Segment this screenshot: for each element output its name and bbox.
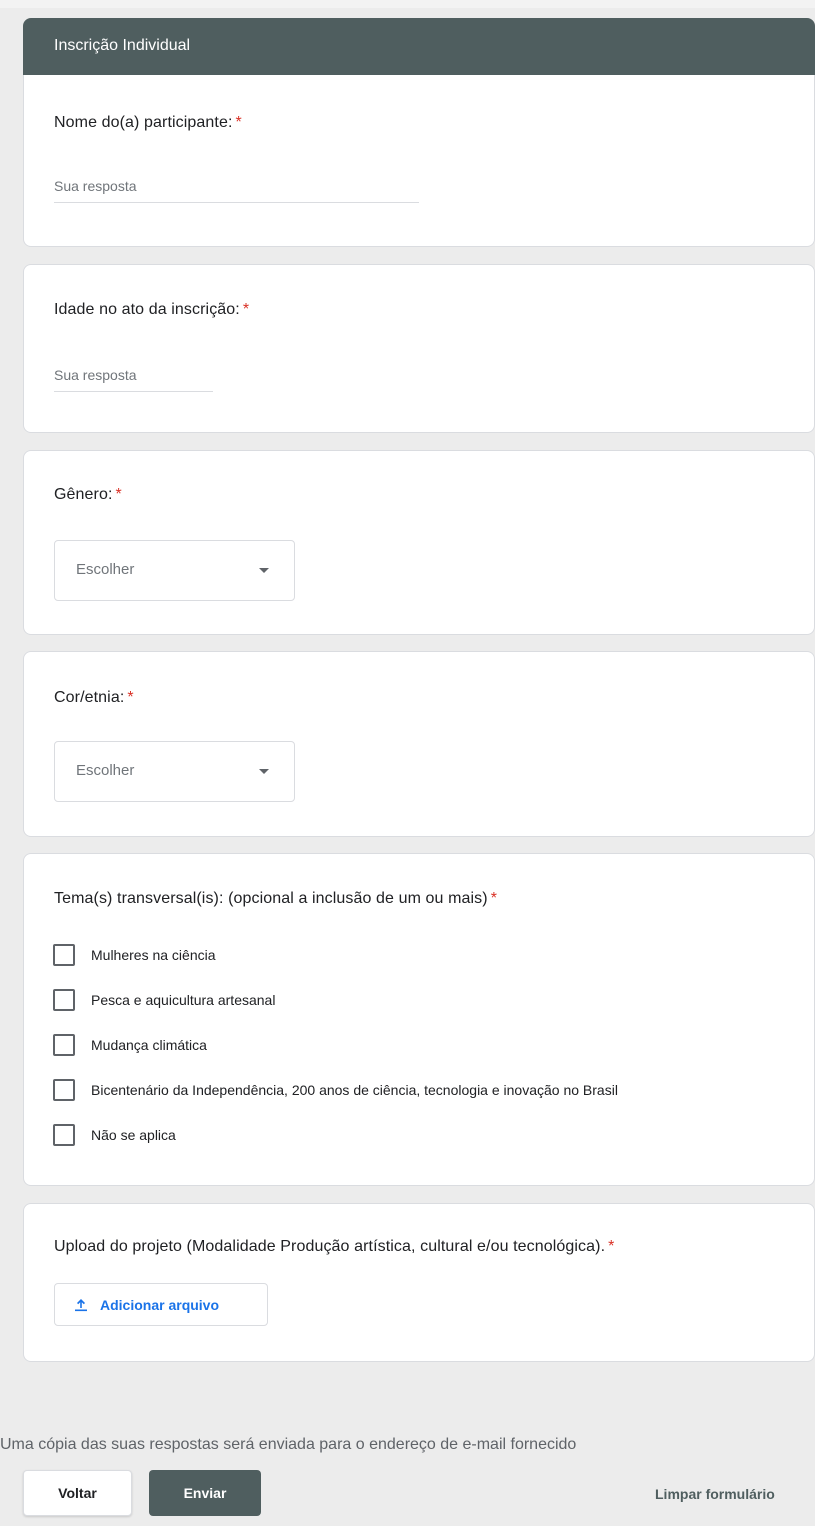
theme-option-label: Mudança climática — [91, 1037, 207, 1053]
theme-option-women-in-science[interactable]: Mulheres na ciência — [53, 943, 216, 967]
gender-select[interactable]: Escolher — [54, 540, 295, 601]
theme-option-fishing[interactable]: Pesca e aquicultura artesanal — [53, 988, 275, 1012]
clear-form-button[interactable]: Limpar formulário — [655, 1486, 775, 1502]
age-input[interactable] — [54, 367, 213, 392]
question-title-age: Idade no ato da inscrição: * — [54, 301, 249, 319]
section-title: Inscrição Individual — [54, 37, 191, 54]
question-card-upload: Upload do projeto (Modalidade Produção a… — [23, 1203, 815, 1362]
question-title-themes: Tema(s) transversal(is): (opcional a inc… — [54, 890, 497, 908]
add-file-button[interactable]: Adicionar arquivo — [54, 1283, 268, 1326]
form-page: Inscrição Individual Nome do(a) particip… — [0, 0, 815, 1526]
submit-button[interactable]: Enviar — [149, 1470, 261, 1516]
caret-down-icon — [259, 568, 269, 573]
theme-option-label: Mulheres na ciência — [91, 947, 216, 963]
question-label: Upload do projeto (Modalidade Produção a… — [54, 1238, 606, 1255]
gender-select-value: Escolher — [76, 561, 135, 578]
required-mark: * — [235, 114, 242, 131]
question-title-name: Nome do(a) participante: * — [54, 114, 242, 132]
add-file-label: Adicionar arquivo — [100, 1296, 220, 1313]
question-label: Nome do(a) participante: — [54, 114, 233, 131]
theme-option-bicentennial[interactable]: Bicentenário da Independência, 200 anos … — [53, 1078, 618, 1102]
caret-down-icon — [259, 769, 269, 774]
question-card-age: Idade no ato da inscrição: * — [23, 264, 815, 433]
required-mark: * — [490, 890, 498, 907]
section-header: Inscrição Individual — [23, 18, 815, 76]
back-button[interactable]: Voltar — [23, 1470, 132, 1516]
checkbox-unchecked-icon[interactable] — [53, 1079, 75, 1101]
required-mark: * — [115, 486, 122, 503]
theme-option-label: Bicentenário da Independência, 200 anos … — [91, 1082, 618, 1098]
ethnicity-select-value: Escolher — [76, 762, 135, 779]
checkbox-unchecked-icon[interactable] — [53, 944, 75, 966]
required-mark: * — [242, 301, 250, 318]
theme-option-not-applicable[interactable]: Não se aplica — [53, 1123, 176, 1147]
question-label: Idade no ato da inscrição: — [54, 301, 240, 318]
top-strip — [0, 0, 815, 8]
question-card-ethnicity: Cor/etnia: * Escolher — [23, 651, 815, 837]
question-card-name: Nome do(a) participante: * — [23, 75, 815, 247]
required-mark: * — [127, 689, 134, 706]
upload-icon — [75, 1298, 87, 1311]
question-title-upload: Upload do projeto (Modalidade Produção a… — [54, 1238, 614, 1256]
theme-option-label: Pesca e aquicultura artesanal — [91, 992, 276, 1008]
theme-option-label: Não se aplica — [91, 1127, 176, 1143]
checkbox-unchecked-icon[interactable] — [53, 1124, 75, 1146]
question-title-ethnicity: Cor/etnia: * — [54, 689, 134, 707]
question-card-themes: Tema(s) transversal(is): (opcional a inc… — [23, 853, 815, 1186]
theme-option-climate-change[interactable]: Mudança climática — [53, 1033, 207, 1057]
question-label: Tema(s) transversal(is): (opcional a inc… — [54, 890, 488, 907]
checkbox-unchecked-icon[interactable] — [53, 1034, 75, 1056]
question-label: Cor/etnia: — [54, 689, 125, 706]
email-copy-note: Uma cópia das suas respostas será enviad… — [0, 1436, 577, 1453]
question-card-gender: Gênero: * Escolher — [23, 450, 815, 635]
ethnicity-select[interactable]: Escolher — [54, 741, 295, 802]
required-mark: * — [608, 1238, 615, 1255]
name-input[interactable] — [54, 178, 419, 203]
question-label: Gênero: — [54, 486, 113, 503]
question-title-gender: Gênero: * — [54, 486, 122, 504]
checkbox-unchecked-icon[interactable] — [53, 989, 75, 1011]
